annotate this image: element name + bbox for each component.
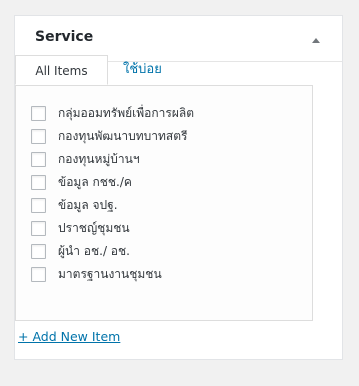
category-checkbox[interactable]	[31, 129, 46, 144]
category-item[interactable]: ผู้นำ อช./ อช.	[31, 240, 312, 263]
collapse-arrow-icon[interactable]	[312, 38, 320, 43]
category-item[interactable]: ข้อมูล จปฐ.	[31, 194, 312, 217]
category-checkbox[interactable]	[31, 267, 46, 282]
metabox-title: Service	[35, 29, 94, 45]
category-item[interactable]: กองทุนหมู่บ้านฯ	[31, 148, 312, 171]
category-label[interactable]: ผู้นำ อช./ อช.	[58, 242, 130, 261]
category-label[interactable]: กองทุนหมู่บ้านฯ	[58, 150, 140, 169]
category-item[interactable]: กองทุนพัฒนาบทบาทสตรี	[31, 125, 312, 148]
category-label[interactable]: มาตรฐานงานชุมชน	[58, 265, 162, 284]
category-checklist-panel[interactable]: กลุ่มออมทรัพย์เพื่อการผลิต กองทุนพัฒนาบท…	[15, 85, 313, 321]
category-label[interactable]: กองทุนพัฒนาบทบาทสตรี	[58, 127, 188, 146]
add-new-item-link[interactable]: + Add New Item	[18, 329, 120, 344]
tab-most-used[interactable]: ใช้บ่อย	[123, 55, 162, 85]
tab-all-items[interactable]: All Items	[15, 55, 108, 85]
category-label[interactable]: กลุ่มออมทรัพย์เพื่อการผลิต	[58, 104, 194, 123]
category-checkbox[interactable]	[31, 198, 46, 213]
category-checkbox[interactable]	[31, 244, 46, 259]
category-item[interactable]: กลุ่มออมทรัพย์เพื่อการผลิต	[31, 102, 312, 125]
category-checkbox[interactable]	[31, 175, 46, 190]
category-item[interactable]: ข้อมูล กชช./ค	[31, 171, 312, 194]
category-item[interactable]: มาตรฐานงานชุมชน	[31, 263, 312, 286]
category-checkbox[interactable]	[31, 152, 46, 167]
category-checkbox[interactable]	[31, 106, 46, 121]
category-checklist: กลุ่มออมทรัพย์เพื่อการผลิต กองทุนพัฒนาบท…	[16, 86, 312, 286]
category-label[interactable]: ข้อมูล จปฐ.	[58, 196, 118, 215]
category-item[interactable]: ปราชญ์ชุมชน	[31, 217, 312, 240]
category-label[interactable]: ข้อมูล กชช./ค	[58, 173, 132, 192]
category-label[interactable]: ปราชญ์ชุมชน	[58, 219, 130, 238]
category-checkbox[interactable]	[31, 221, 46, 236]
